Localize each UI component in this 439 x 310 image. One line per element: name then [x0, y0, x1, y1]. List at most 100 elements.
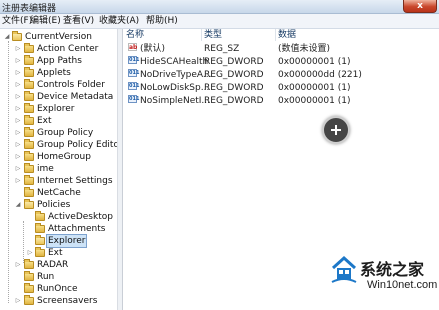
- tree-item-internet-settings[interactable]: ▷ Internet Settings: [0, 175, 117, 187]
- collapse-arrow-icon[interactable]: ◢: [15, 202, 21, 208]
- expand-arrow-icon[interactable]: ▷: [15, 46, 21, 52]
- column-header-type[interactable]: 类型: [204, 29, 222, 41]
- expand-arrow-icon[interactable]: ▷: [15, 142, 21, 148]
- tree-item-label: NetCache: [37, 188, 81, 198]
- tree-item-app-paths[interactable]: ▷ App Paths: [0, 55, 117, 67]
- folder-open-icon: [12, 31, 22, 41]
- tree-item-homegroup[interactable]: ▷ HomeGroup: [0, 151, 117, 163]
- expand-arrow-icon[interactable]: ▷: [15, 106, 21, 112]
- column-header-data[interactable]: 数据: [278, 29, 296, 41]
- tree-item-label: Explorer: [37, 104, 75, 114]
- tree-item-group-policy[interactable]: ▷ Group Policy: [0, 127, 117, 139]
- value-data: 0x000000dd (221): [278, 70, 362, 80]
- dword-value-icon: 011: [128, 56, 140, 64]
- tree-item-currentversion[interactable]: ◢ CurrentVersion: [0, 31, 117, 43]
- tree-item-label: Screensavers: [37, 296, 98, 306]
- expand-arrow-icon[interactable]: ▷: [15, 262, 21, 268]
- tree-item-label: ActiveDesktop: [48, 212, 113, 222]
- tree-item-label: RADAR: [37, 260, 69, 270]
- tree-item-policies-explorer[interactable]: Explorer: [0, 234, 117, 248]
- tree-item-screensavers[interactable]: ▷ Screensavers: [0, 295, 117, 307]
- tree-item-label: Attachments: [48, 224, 106, 234]
- collapse-arrow-icon[interactable]: ◢: [4, 34, 10, 40]
- tree-item-applets[interactable]: ▷ Applets: [0, 67, 117, 79]
- tree-item-activedesktop[interactable]: ActiveDesktop: [0, 211, 117, 223]
- folder-open-icon: [35, 235, 45, 245]
- tree-item-label: Group Policy Editor: [37, 140, 117, 150]
- tree-item-runonce[interactable]: RunOnce: [0, 283, 117, 295]
- menu-edit[interactable]: 编辑(E): [30, 15, 61, 28]
- tree-item-group-policy-editor[interactable]: ▷ Group Policy Editor: [0, 139, 117, 151]
- tree-item-attachments[interactable]: Attachments: [0, 223, 117, 235]
- expand-arrow-icon[interactable]: ▷: [15, 82, 21, 88]
- folder-icon: [24, 259, 34, 269]
- menu-bar: 文件(F) 编辑(E) 查看(V) 收藏夹(A) 帮助(H): [0, 14, 439, 29]
- tree-item-policies-ext[interactable]: ▷ Ext: [0, 247, 117, 259]
- expand-arrow-icon[interactable]: ▷: [15, 166, 21, 172]
- expand-arrow-icon[interactable]: ▷: [15, 130, 21, 136]
- value-row-nosimplenetidlist[interactable]: 011 NoSimpleNetI... REG_DWORD 0x00000001…: [123, 95, 439, 107]
- menu-view[interactable]: 查看(V): [63, 15, 94, 28]
- value-row-nodrivetypeautorun[interactable]: 011 NoDriveTypeA... REG_DWORD 0x000000dd…: [123, 69, 439, 81]
- tree-item-device-metadata[interactable]: ▷ Device Metadata: [0, 91, 117, 103]
- folder-icon: [24, 55, 34, 65]
- add-circle-icon[interactable]: [322, 116, 350, 144]
- folder-icon: [35, 223, 45, 233]
- tree-item-label: CurrentVersion: [25, 32, 92, 42]
- tree-item-action-center[interactable]: ▷ Action Center: [0, 43, 117, 55]
- expand-arrow-icon[interactable]: ▷: [15, 298, 21, 304]
- watermark-site: Win10net.com: [367, 279, 438, 291]
- tree-item-label: ime: [37, 164, 54, 174]
- menu-favorites[interactable]: 收藏夹(A): [99, 15, 139, 28]
- string-value-icon: ab: [128, 43, 138, 51]
- tree-item-radar[interactable]: ▷ RADAR: [0, 259, 117, 271]
- dword-value-icon: 011: [128, 82, 140, 90]
- column-header-name[interactable]: 名称: [126, 29, 144, 41]
- folder-icon: [24, 43, 34, 53]
- value-row-hidescahealth[interactable]: 011 HideSCAHealth REG_DWORD 0x00000001 (…: [123, 56, 439, 68]
- tree-item-netcache[interactable]: NetCache: [0, 187, 117, 199]
- folder-icon: [24, 139, 34, 149]
- value-name: HideSCAHealth: [140, 57, 209, 67]
- tree-item-ime[interactable]: ▷ ime: [0, 163, 117, 175]
- close-button[interactable]: x: [403, 0, 437, 13]
- tree-item-label: Policies: [37, 200, 71, 210]
- folder-icon: [24, 67, 34, 77]
- tree-item-explorer[interactable]: ▷ Explorer: [0, 103, 117, 115]
- value-data: (数值未设置): [278, 44, 331, 54]
- tree-item-label: RunOnce: [37, 284, 78, 294]
- registry-tree[interactable]: ◢ CurrentVersion ▷ Action Center ▷ App P…: [0, 29, 117, 310]
- menu-help[interactable]: 帮助(H): [146, 15, 178, 28]
- tree-item-label: Controls Folder: [37, 80, 105, 90]
- value-type: REG_SZ: [204, 44, 240, 54]
- tree-item-label: Ext: [37, 116, 52, 126]
- tree-item-label: Ext: [48, 248, 63, 258]
- expand-arrow-icon[interactable]: ▷: [15, 70, 21, 76]
- folder-icon: [24, 175, 34, 185]
- folder-icon: [24, 79, 34, 89]
- tree-item-policies[interactable]: ◢ Policies: [0, 199, 117, 211]
- tree-item-controls-folder[interactable]: ▷ Controls Folder: [0, 79, 117, 91]
- folder-icon: [24, 295, 34, 305]
- menu-file[interactable]: 文件(F): [2, 15, 32, 28]
- expand-arrow-icon[interactable]: ▷: [27, 250, 33, 256]
- folder-icon: [24, 187, 34, 197]
- expand-arrow-icon[interactable]: ▷: [15, 154, 21, 160]
- expand-arrow-icon[interactable]: ▷: [15, 94, 21, 100]
- tree-item-ext[interactable]: ▷ Ext: [0, 115, 117, 127]
- folder-icon: [35, 247, 45, 257]
- value-row-default[interactable]: ab (默认) REG_SZ (数值未设置): [123, 43, 439, 55]
- expand-arrow-icon[interactable]: ▷: [15, 178, 21, 184]
- tree-item-label: App Paths: [37, 56, 82, 66]
- column-separator[interactable]: [201, 29, 202, 41]
- expand-arrow-icon[interactable]: ▷: [15, 118, 21, 124]
- value-type: REG_DWORD: [204, 57, 264, 67]
- folder-icon: [24, 283, 34, 293]
- column-separator[interactable]: [275, 29, 276, 41]
- tree-item-run[interactable]: Run: [0, 271, 117, 283]
- folder-icon: [24, 271, 34, 281]
- value-row-nolowdiskspace[interactable]: 011 NoLowDiskSp... REG_DWORD 0x00000001 …: [123, 82, 439, 94]
- tree-item-label: Explorer: [45, 234, 88, 248]
- tree-item-label: Run: [37, 272, 55, 282]
- expand-arrow-icon[interactable]: ▷: [15, 58, 21, 64]
